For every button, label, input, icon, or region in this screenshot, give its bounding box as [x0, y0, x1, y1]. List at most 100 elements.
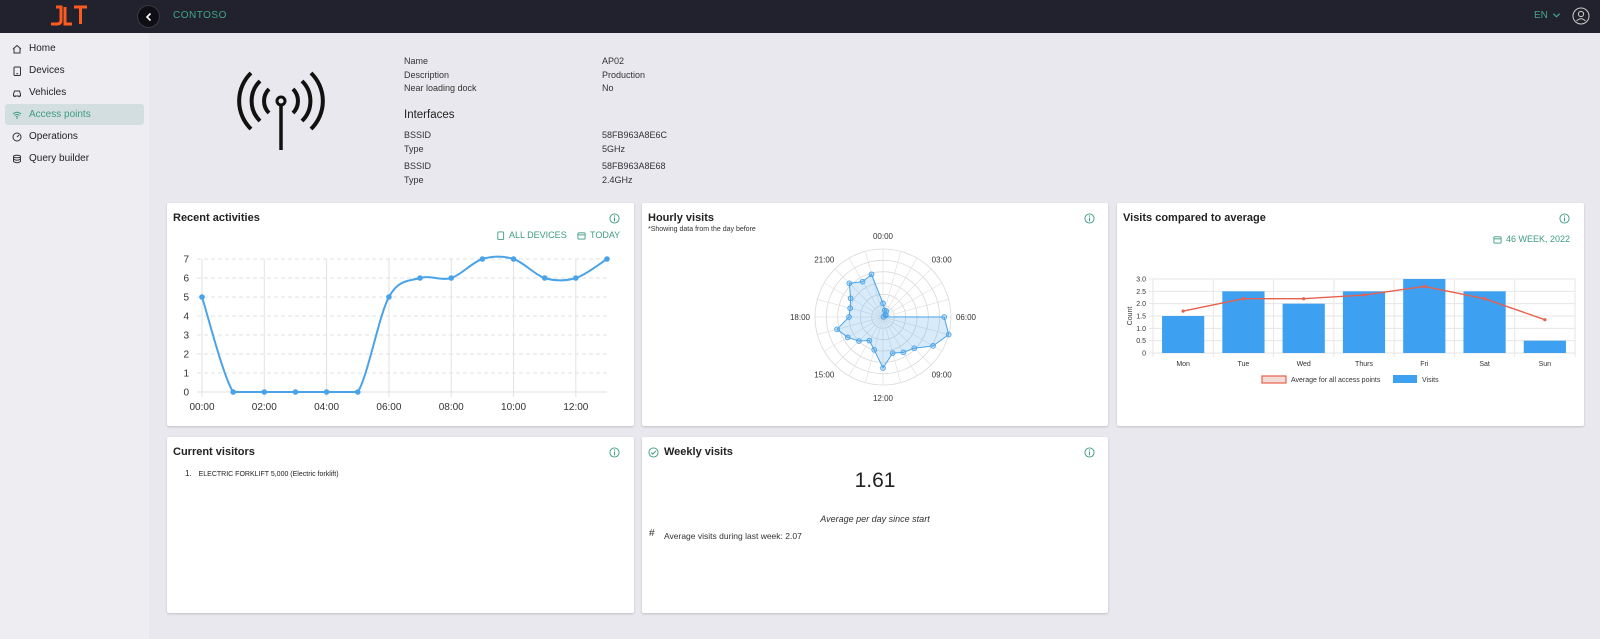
y-tick-label: 6	[183, 274, 189, 285]
sidebar-item-label: Query builder	[29, 153, 90, 164]
data-point	[1422, 284, 1426, 288]
hour-label: 09:00	[932, 370, 953, 379]
current-visitors-card: Current visitors 1. ELECTRIC FORKLIFT 5,…	[167, 437, 634, 613]
info-icon[interactable]	[609, 447, 620, 458]
hour-label: 18:00	[790, 313, 811, 322]
hour-label: 03:00	[932, 256, 953, 265]
data-point	[1543, 318, 1547, 322]
y-tick-label: 1	[183, 369, 189, 380]
x-tick-label: 00:00	[189, 402, 214, 413]
tablet-icon	[13, 66, 21, 76]
sidebar-item-access-points[interactable]: Access points	[5, 104, 144, 125]
y-tick-label: 0	[183, 388, 189, 399]
data-point	[866, 337, 873, 344]
hour-label: 15:00	[814, 370, 835, 379]
wifi-icon	[12, 111, 22, 119]
hash-icon: #	[649, 528, 655, 539]
bar	[1342, 291, 1386, 353]
data-point	[834, 326, 840, 333]
x-tick-label: 06:00	[376, 402, 401, 413]
data-point	[911, 345, 918, 352]
sidebar: Home Devices Vehicles Access points Oper…	[0, 33, 149, 639]
data-point	[880, 313, 887, 320]
bar	[1463, 291, 1506, 353]
weekly-visits-caption: Average per day since start	[820, 514, 930, 524]
hourly-visits-chart: 00:00 03:00 06:00 09:00 12:00 15:00 18:00 21:00	[790, 232, 977, 403]
legend-label-visits: Visits	[1422, 377, 1439, 384]
app-logo[interactable]	[48, 4, 90, 28]
x-tick-label: 02:00	[252, 402, 277, 413]
interface-bssid-value: 58FB963A8E68	[602, 161, 666, 171]
y-tick-label: 7	[183, 255, 189, 266]
hour-label: 06:00	[956, 313, 977, 322]
language-selector[interactable]: EN	[1534, 10, 1561, 21]
y-tick-label: 2.0	[1136, 301, 1146, 308]
data-point	[889, 350, 896, 356]
data-point	[510, 256, 517, 262]
x-tick-label: 08:00	[439, 402, 464, 413]
weekly-visits-value: 1.61	[854, 469, 896, 492]
data-point	[1362, 293, 1366, 297]
data-point	[541, 275, 548, 281]
data-point	[479, 256, 486, 262]
bar	[1222, 291, 1265, 353]
language-label: EN	[1534, 10, 1548, 21]
x-tick-label: Mon	[1176, 361, 1190, 368]
interfaces-title: Interfaces	[404, 109, 455, 121]
radar-spoke	[882, 257, 918, 318]
hour-label: 00:00	[873, 232, 894, 241]
interface-bssid-value: 58FB963A8E6C	[602, 130, 668, 140]
y-tick-label: 2.5	[1136, 289, 1146, 296]
sidebar-item-vehicles[interactable]: Vehicles	[5, 82, 144, 103]
data-point	[941, 314, 948, 320]
interface-type-value: 2.4GHz	[602, 175, 633, 185]
visits-compared-chart: 0 0.5 1.0 1.5 2.0 2.5 3.0 Count Mon Tue Wed Thurs Fr…	[1127, 277, 1576, 384]
y-tick-label: 3.0	[1136, 277, 1146, 284]
card-title: Weekly visits	[664, 446, 733, 458]
interface-type-label: Type	[404, 144, 424, 154]
app-title: CONTOSO	[173, 10, 227, 21]
data-point	[846, 280, 853, 287]
y-tick-label: 1.5	[1136, 314, 1146, 321]
sidebar-item-label: Devices	[29, 65, 65, 76]
interface-bssid-label: BSSID	[404, 130, 432, 140]
info-icon[interactable]	[1084, 447, 1095, 458]
legend-label-average: Average for all access points	[1291, 377, 1381, 384]
x-tick-label: Sun	[1539, 361, 1552, 368]
collapse-sidebar-button[interactable]	[137, 5, 160, 28]
data-point	[354, 389, 361, 395]
interface-bssid-label: BSSID	[404, 161, 432, 171]
user-icon[interactable]	[1572, 7, 1590, 25]
sidebar-item-operations[interactable]: Operations	[5, 126, 144, 147]
y-tick-label: 5	[183, 293, 189, 304]
hourly-visits-card: Hourly visits *Showing data from the day…	[642, 203, 1108, 426]
x-tick-label: Sat	[1479, 361, 1490, 368]
interface-type-value: 5GHz	[602, 144, 626, 154]
data-point	[880, 365, 886, 371]
field-value-description: Production	[602, 70, 646, 80]
weekly-visits-card: Weekly visits 1.61 Average per day since…	[642, 437, 1108, 613]
bar	[1523, 340, 1566, 353]
data-point	[448, 275, 455, 281]
x-tick-label: 10:00	[501, 402, 526, 413]
hour-label: 12:00	[873, 394, 894, 403]
top-bar: CONTOSO EN	[0, 0, 1600, 33]
sidebar-item-home[interactable]: Home	[5, 38, 144, 59]
y-tick-label: 1.0	[1136, 326, 1146, 333]
data-point	[386, 294, 392, 300]
chevron-left-icon	[145, 12, 151, 21]
data-point	[871, 346, 878, 353]
data-point	[856, 338, 862, 344]
antenna-icon	[237, 71, 325, 150]
field-label-name: Name	[404, 56, 429, 66]
recent-activities-card: Recent activities ALL DEVICES TODAY 0123…	[167, 203, 634, 426]
data-point	[880, 300, 886, 307]
last-week-average: Average visits during last week: 2.07	[664, 531, 802, 541]
x-tick-label: Fri	[1420, 361, 1429, 368]
bar	[1162, 316, 1205, 353]
home-icon	[12, 44, 22, 53]
data-point	[847, 295, 854, 302]
sidebar-item-query-builder[interactable]: Query builder	[5, 148, 144, 169]
list-item[interactable]: 1. ELECTRIC FORKLIFT 5,000 (Electric for…	[185, 469, 339, 478]
sidebar-item-devices[interactable]: Devices	[5, 60, 144, 81]
